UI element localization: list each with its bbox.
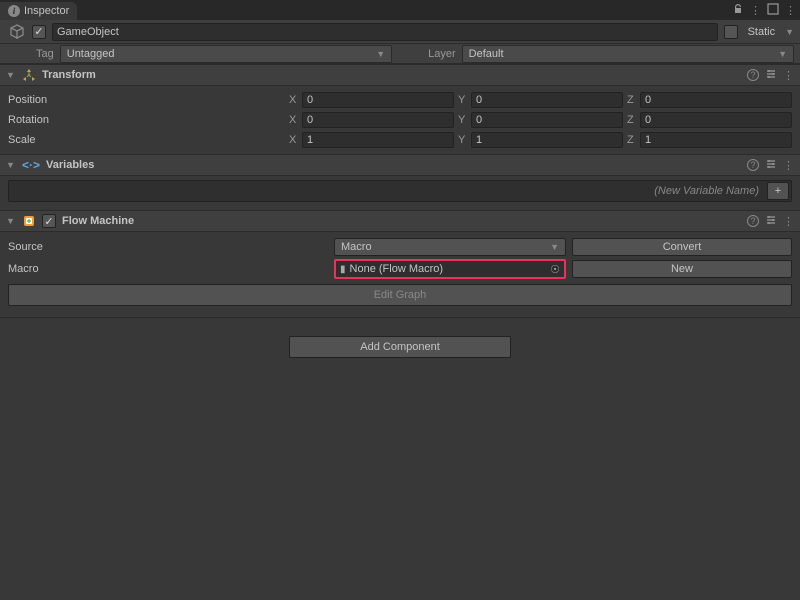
lock-icon[interactable]	[732, 3, 744, 18]
new-button[interactable]: New	[572, 260, 792, 278]
preset-icon[interactable]	[765, 214, 777, 229]
chevron-down-icon: ▼	[550, 242, 559, 252]
macro-asset-icon: ▮	[340, 264, 346, 275]
maximize-icon[interactable]	[767, 3, 779, 18]
source-label: Source	[8, 241, 328, 253]
add-component-button[interactable]: Add Component	[289, 336, 511, 358]
preset-icon[interactable]	[765, 158, 777, 173]
static-checkbox[interactable]	[724, 25, 738, 39]
transform-title: Transform	[42, 69, 741, 81]
tag-value: Untagged	[67, 48, 115, 60]
axis-label-z: Z	[627, 94, 637, 106]
context-menu-dots[interactable]: ⋮	[750, 4, 761, 17]
component-menu-dots[interactable]: ⋮	[783, 215, 794, 228]
tag-dropdown[interactable]: Untagged ▼	[60, 45, 392, 63]
edit-graph-button[interactable]: Edit Graph	[8, 284, 792, 306]
static-dropdown-arrow[interactable]: ▼	[785, 27, 794, 37]
component-menu-dots[interactable]: ⋮	[783, 159, 794, 172]
preset-icon[interactable]	[765, 68, 777, 83]
add-variable-button[interactable]: +	[767, 182, 789, 200]
component-menu-dots[interactable]: ⋮	[783, 69, 794, 82]
rotation-y-input[interactable]	[471, 112, 623, 128]
active-checkbox[interactable]	[32, 25, 46, 39]
scale-z-input[interactable]	[640, 132, 792, 148]
prop-label: Position	[8, 94, 289, 106]
prop-label: Scale	[8, 134, 289, 146]
flowmachine-enable-checkbox[interactable]	[42, 214, 56, 228]
flowmachine-title: Flow Machine	[62, 215, 741, 227]
scale-y-input[interactable]	[471, 132, 623, 148]
source-value: Macro	[341, 241, 372, 253]
help-icon[interactable]: ?	[747, 159, 759, 171]
chevron-down-icon: ▼	[778, 49, 787, 59]
macro-value: None (Flow Macro)	[350, 263, 444, 275]
scale-x-input[interactable]	[302, 132, 454, 148]
window-menu-dots[interactable]: ⋮	[785, 4, 796, 17]
tag-label: Tag	[36, 48, 54, 60]
chevron-down-icon: ▼	[376, 49, 385, 59]
rotation-x-input[interactable]	[302, 112, 454, 128]
axis-label-z: Z	[627, 114, 637, 126]
source-dropdown[interactable]: Macro ▼	[334, 238, 566, 256]
variables-title: Variables	[46, 159, 741, 171]
axis-label-y: Y	[458, 94, 468, 106]
position-z-input[interactable]	[640, 92, 792, 108]
flowmachine-foldout[interactable]: ▼	[6, 216, 16, 226]
prop-label: Rotation	[8, 114, 289, 126]
macro-label: Macro	[8, 263, 328, 275]
axis-label-z: Z	[627, 134, 637, 146]
axis-label-y: Y	[458, 134, 468, 146]
layer-value: Default	[469, 48, 504, 60]
gameobject-name-input[interactable]	[52, 23, 718, 41]
inspector-icon: i	[8, 5, 20, 17]
transform-icon	[22, 68, 36, 82]
gameobject-icon[interactable]	[8, 23, 26, 41]
axis-label-x: X	[289, 94, 299, 106]
position-y-input[interactable]	[471, 92, 623, 108]
static-label: Static	[744, 26, 780, 38]
new-variable-placeholder: (New Variable Name)	[9, 185, 765, 197]
macro-object-field[interactable]: ▮ None (Flow Macro) ☉	[334, 259, 566, 279]
variables-foldout[interactable]: ▼	[6, 160, 16, 170]
layer-label: Layer	[428, 48, 456, 60]
help-icon[interactable]: ?	[747, 69, 759, 81]
flowmachine-icon	[22, 214, 36, 228]
object-picker-icon[interactable]: ☉	[550, 263, 560, 276]
help-icon[interactable]: ?	[747, 215, 759, 227]
axis-label-y: Y	[458, 114, 468, 126]
rotation-z-input[interactable]	[640, 112, 792, 128]
inspector-tab[interactable]: i Inspector	[0, 2, 77, 20]
variables-icon: <·>	[22, 158, 40, 172]
position-x-input[interactable]	[302, 92, 454, 108]
convert-button[interactable]: Convert	[572, 238, 792, 256]
tab-title: Inspector	[24, 5, 69, 17]
transform-foldout[interactable]: ▼	[6, 70, 16, 80]
axis-label-x: X	[289, 134, 299, 146]
layer-dropdown[interactable]: Default ▼	[462, 45, 794, 63]
axis-label-x: X	[289, 114, 299, 126]
